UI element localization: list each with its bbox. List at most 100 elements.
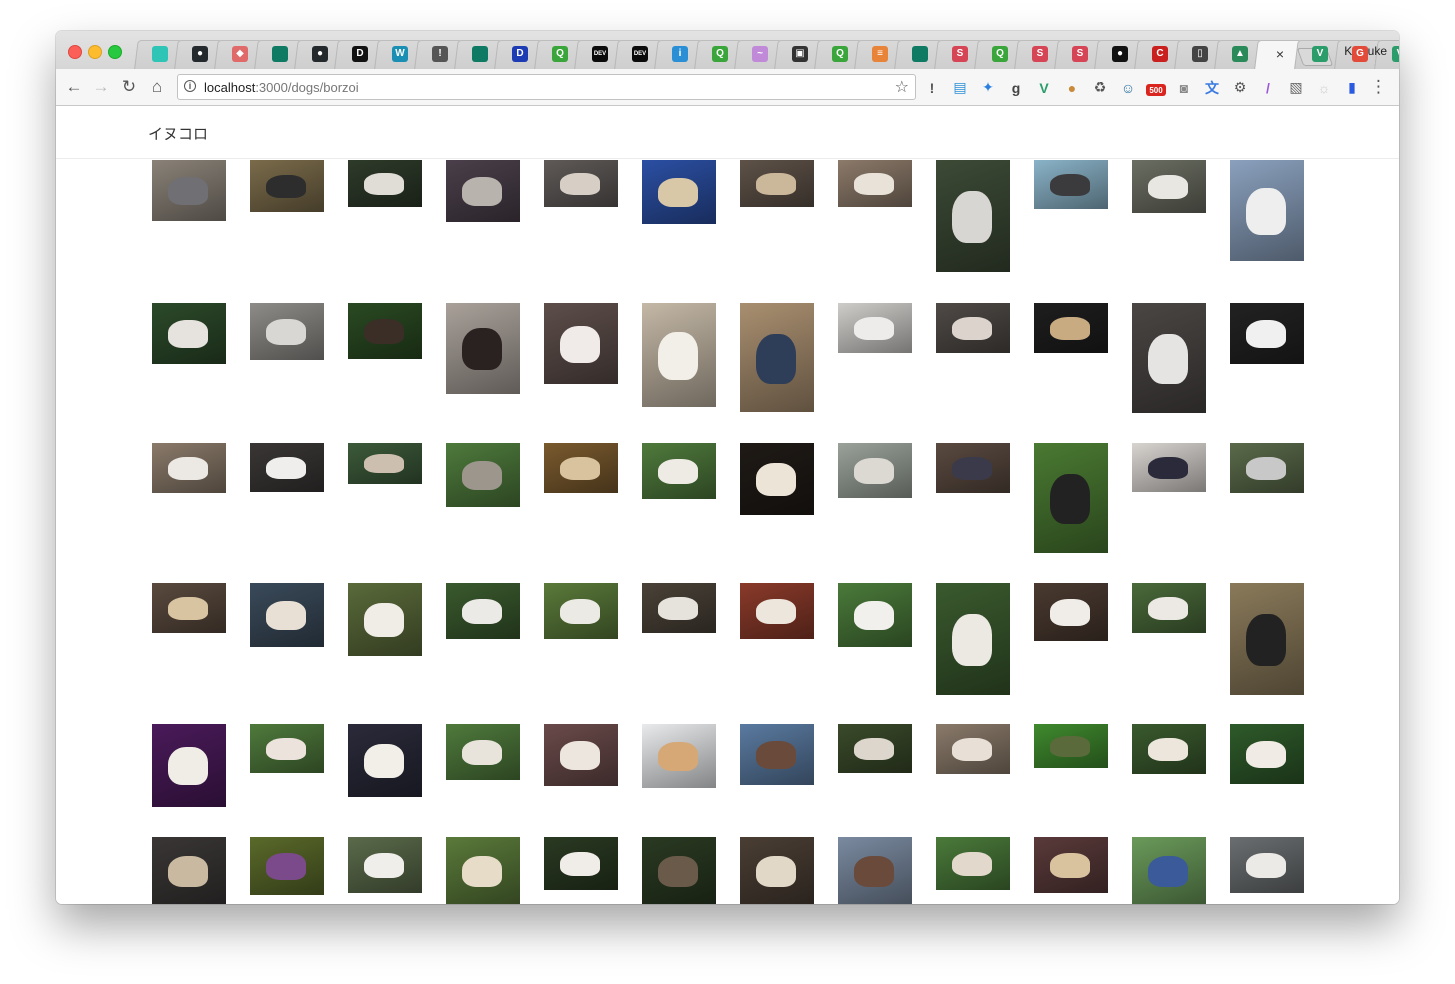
dog-thumbnail[interactable] [1230,837,1304,893]
dog-thumbnail[interactable] [250,724,324,773]
dog-thumbnail[interactable] [348,837,422,893]
window-minimize-button[interactable] [88,45,102,59]
dog-thumbnail[interactable] [838,160,912,207]
translate-icon[interactable]: 文 [1202,79,1222,96]
dog-thumbnail[interactable] [250,303,324,360]
site-title[interactable]: イヌコロ [148,123,208,144]
dog-thumbnail[interactable] [446,160,520,222]
dog-thumbnail[interactable] [152,160,226,221]
dog-thumbnail[interactable] [838,443,912,498]
feather-icon[interactable]: / [1258,79,1278,96]
dog-thumbnail[interactable] [1132,583,1206,633]
dog-thumbnail[interactable] [1230,443,1304,493]
dog-thumbnail[interactable] [250,160,324,212]
dog-thumbnail[interactable] [1132,160,1206,213]
recycle-icon[interactable]: ♻ [1090,79,1110,96]
bookmark-star-icon[interactable]: ☆ [895,77,909,97]
forward-arrow-icon[interactable]: → [91,77,111,97]
dog-thumbnail[interactable] [740,303,814,412]
dog-thumbnail[interactable] [152,303,226,364]
dog-thumbnail[interactable] [1034,724,1108,768]
dog-thumbnail[interactable] [544,837,618,890]
dog-thumbnail[interactable] [250,837,324,895]
dog-thumbnail[interactable] [348,303,422,359]
cookie-icon[interactable]: ● [1062,79,1082,96]
screenshot-icon[interactable]: ▤ [950,79,970,96]
dog-thumbnail[interactable] [642,837,716,904]
dog-thumbnail[interactable] [838,724,912,773]
dog-thumbnail[interactable] [740,160,814,207]
back-arrow-icon[interactable]: ← [64,77,84,97]
gear-icon[interactable]: ⚙ [1230,79,1250,96]
dog-thumbnail[interactable] [642,443,716,499]
dog-thumbnail[interactable] [936,443,1010,493]
dog-thumbnail[interactable] [740,583,814,639]
dog-thumbnail[interactable] [1034,303,1108,353]
close-icon[interactable]: × [1276,46,1284,62]
reload-icon[interactable]: ↻ [119,77,139,97]
dog-thumbnail[interactable] [740,443,814,515]
dog-thumbnail[interactable] [544,724,618,786]
dog-thumbnail[interactable] [1230,303,1304,364]
badge-500-icon[interactable]: 500 [1146,84,1166,96]
dog-thumbnail[interactable] [1034,583,1108,641]
dog-thumbnail[interactable] [152,443,226,493]
menu-dots-icon[interactable]: ⋮ [1370,77,1387,97]
dog-thumbnail[interactable] [642,583,716,633]
dog-thumbnail[interactable] [642,724,716,788]
window-close-button[interactable] [68,45,82,59]
dog-thumbnail[interactable] [642,303,716,407]
dog-thumbnail[interactable] [544,303,618,384]
dog-thumbnail[interactable] [152,583,226,633]
address-bar[interactable]: i localhost:3000/dogs/borzoi ☆ [177,74,916,100]
grammarly-icon[interactable]: g [1006,79,1026,96]
dog-thumbnail[interactable] [1230,583,1304,695]
dog-thumbnail[interactable] [1132,303,1206,413]
dog-thumbnail[interactable] [1132,443,1206,492]
dog-thumbnail[interactable] [1034,837,1108,893]
dog-thumbnail[interactable] [152,837,226,904]
window-maximize-button[interactable] [108,45,122,59]
dog-thumbnail[interactable] [1230,724,1304,784]
dog-thumbnail[interactable] [446,443,520,507]
dog-thumbnail[interactable] [544,160,618,207]
dog-thumbnail[interactable] [1132,837,1206,904]
dog-thumbnail[interactable] [936,583,1010,695]
onepassword-icon[interactable]: ! [922,79,942,96]
vue-devtools-icon[interactable]: V [1034,79,1054,96]
dog-thumbnail[interactable] [936,160,1010,272]
dog-thumbnail[interactable] [1132,724,1206,774]
dog-thumbnail[interactable] [642,160,716,224]
dog-thumbnail[interactable] [446,303,520,394]
dog-thumbnail[interactable] [1230,160,1304,261]
dog-thumbnail[interactable] [348,443,422,484]
dog-thumbnail[interactable] [936,837,1010,890]
dog-thumbnail[interactable] [348,583,422,656]
url-text[interactable]: localhost:3000/dogs/borzoi [204,80,359,95]
octopus-icon[interactable]: ☺ [1118,79,1138,96]
dog-thumbnail[interactable] [936,724,1010,774]
image-icon[interactable]: ▧ [1286,79,1306,96]
dog-thumbnail[interactable] [152,724,226,807]
compass-icon[interactable]: ✦ [978,79,998,96]
dog-thumbnail[interactable] [838,303,912,353]
dog-thumbnail[interactable] [740,724,814,785]
dog-thumbnail[interactable] [446,583,520,639]
dog-thumbnail[interactable] [838,837,912,904]
info-icon[interactable]: i [184,80,196,92]
home-icon[interactable]: ⌂ [147,77,167,97]
dog-thumbnail[interactable] [446,837,520,904]
dog-thumbnail[interactable] [838,583,912,647]
dog-thumbnail[interactable] [544,443,618,493]
camera-icon[interactable]: ◙ [1174,79,1194,96]
dog-thumbnail[interactable] [250,583,324,647]
dog-thumbnail[interactable] [936,303,1010,353]
dog-thumbnail[interactable] [740,837,814,904]
dog-thumbnail[interactable] [1034,160,1108,209]
dog-thumbnail[interactable] [250,443,324,492]
dog-thumbnail[interactable] [544,583,618,639]
dog-thumbnail[interactable] [446,724,520,780]
sun-icon[interactable]: ☼ [1314,79,1334,96]
dog-thumbnail[interactable] [348,160,422,207]
flag-icon[interactable]: ▮ [1342,79,1362,96]
